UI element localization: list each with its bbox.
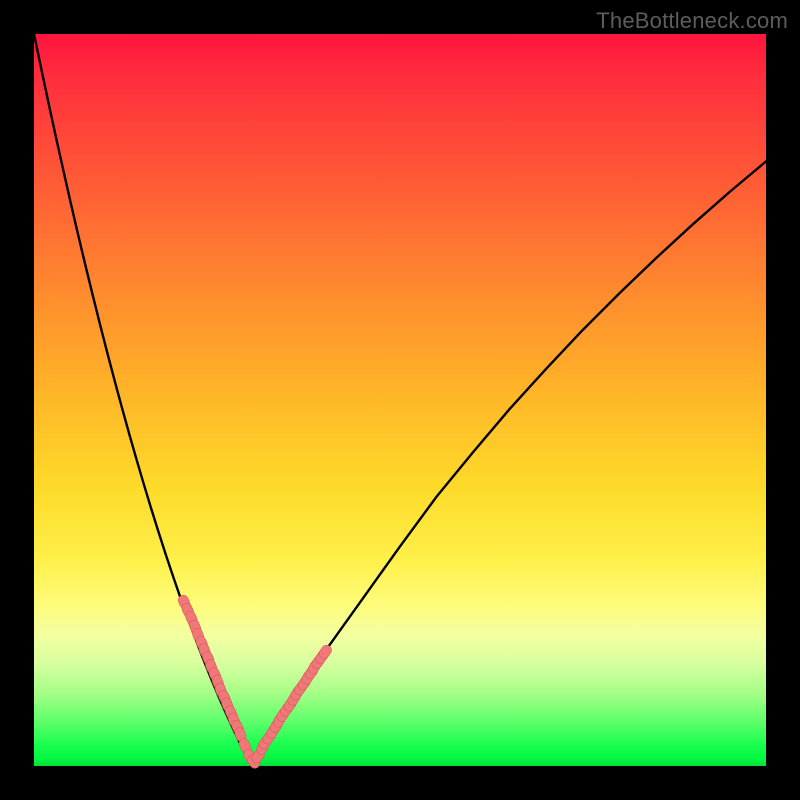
watermark-text: TheBottleneck.com [596,8,788,34]
bottleneck-curve [34,34,766,766]
chart-container: TheBottleneck.com [0,0,800,800]
plot-area [34,34,766,766]
curve-path [34,34,766,761]
marker-group [177,594,334,771]
